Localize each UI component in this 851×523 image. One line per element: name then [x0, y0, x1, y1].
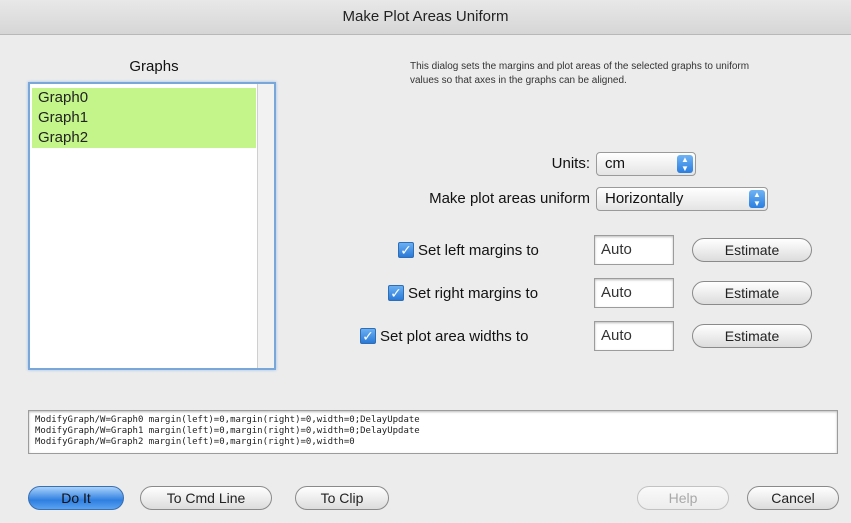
- units-label: Units:: [551, 155, 590, 172]
- graphs-label: Graphs: [129, 58, 179, 75]
- help-button[interactable]: Help: [637, 486, 729, 510]
- units-popup[interactable]: cm ▲ ▼: [596, 152, 696, 176]
- list-item[interactable]: Graph2: [32, 128, 256, 148]
- cancel-button[interactable]: Cancel: [747, 486, 839, 510]
- estimate-widths-button[interactable]: Estimate: [692, 324, 812, 348]
- plot-widths-checkbox[interactable]: ✓: [360, 328, 376, 344]
- list-scrollbar[interactable]: [257, 84, 274, 368]
- list-item[interactable]: Graph1: [32, 108, 256, 128]
- units-value: cm: [605, 155, 625, 172]
- dialog-description: This dialog sets the margins and plot ar…: [410, 61, 750, 86]
- plot-widths-label: Set plot area widths to: [380, 328, 529, 345]
- check-icon: ✓: [362, 328, 374, 344]
- window-title: Make Plot Areas Uniform: [0, 0, 851, 35]
- uniform-value: Horizontally: [605, 190, 684, 207]
- left-margins-checkbox[interactable]: ✓: [398, 242, 414, 258]
- estimate-left-button[interactable]: Estimate: [692, 238, 812, 262]
- up-down-arrows-icon: ▲ ▼: [677, 155, 693, 173]
- right-margins-checkbox[interactable]: ✓: [388, 285, 404, 301]
- command-line: ModifyGraph/W=Graph1 margin(left)=0,marg…: [35, 426, 420, 436]
- up-down-arrows-icon: ▲ ▼: [749, 190, 765, 208]
- right-margins-label: Set right margins to: [408, 285, 539, 302]
- uniform-label: Make plot areas uniform: [429, 190, 590, 207]
- command-preview[interactable]: ModifyGraph/W=Graph0 margin(left)=0,marg…: [28, 410, 838, 454]
- command-line: ModifyGraph/W=Graph2 margin(left)=0,marg…: [35, 437, 355, 447]
- do-it-button[interactable]: Do It: [28, 486, 124, 510]
- left-margins-field[interactable]: Auto: [594, 235, 674, 265]
- left-margins-label: Set left margins to: [418, 242, 539, 259]
- estimate-right-button[interactable]: Estimate: [692, 281, 812, 305]
- check-icon: ✓: [390, 285, 402, 301]
- list-item[interactable]: Graph0: [32, 88, 256, 108]
- command-line: ModifyGraph/W=Graph0 margin(left)=0,marg…: [35, 415, 420, 425]
- check-icon: ✓: [400, 242, 412, 258]
- right-margins-field[interactable]: Auto: [594, 278, 674, 308]
- uniform-popup[interactable]: Horizontally ▲ ▼: [596, 187, 768, 211]
- to-clip-button[interactable]: To Clip: [295, 486, 389, 510]
- plot-widths-field[interactable]: Auto: [594, 321, 674, 351]
- graphs-listbox[interactable]: Graph0 Graph1 Graph2: [28, 82, 276, 370]
- to-cmd-line-button[interactable]: To Cmd Line: [140, 486, 272, 510]
